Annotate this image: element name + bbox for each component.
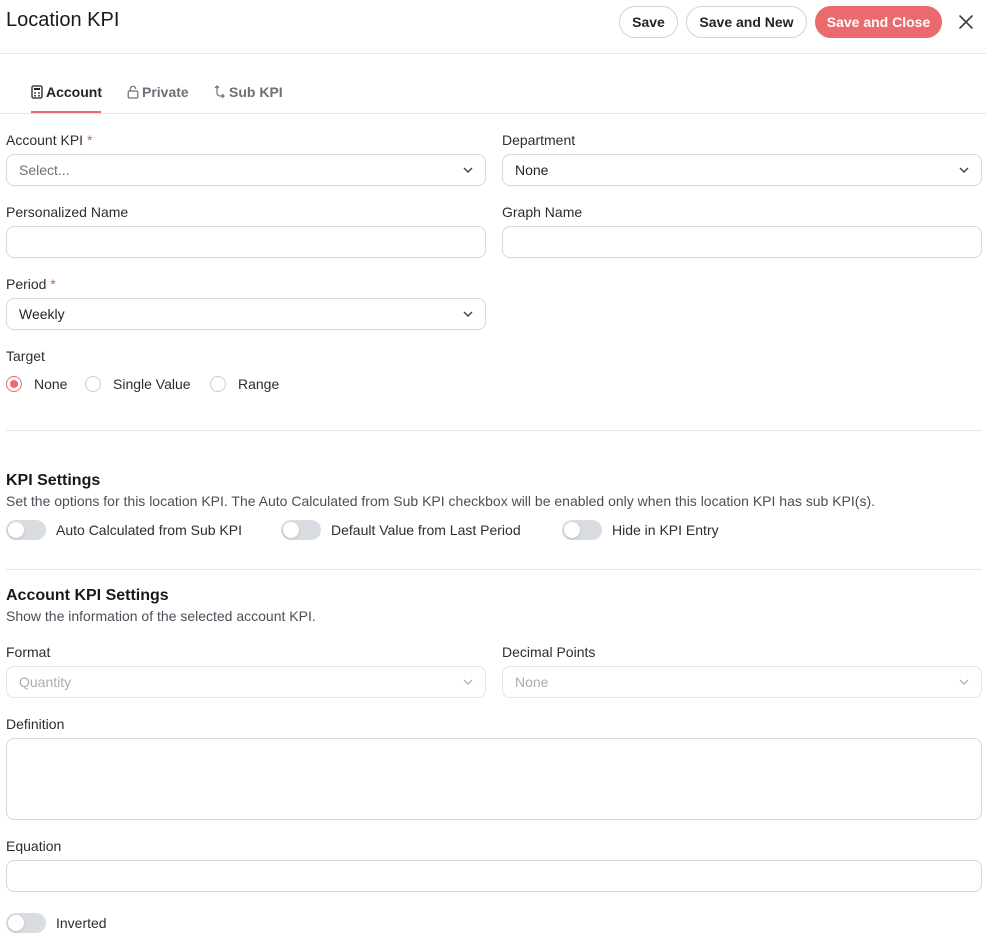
- inverted-toggle[interactable]: [6, 913, 46, 933]
- page-title: Location KPI: [6, 9, 120, 31]
- target-single-value-radio[interactable]: [85, 376, 101, 392]
- chevron-down-icon: [463, 311, 473, 317]
- target-none-radio[interactable]: [6, 376, 22, 392]
- auto-calculated-toggle[interactable]: [6, 520, 46, 540]
- personalized-name-label: Personalized Name: [6, 204, 129, 220]
- tab-account[interactable]: Account: [31, 84, 102, 100]
- target-range-radio[interactable]: [210, 376, 226, 392]
- graph-name-label: Graph Name: [502, 204, 583, 220]
- account-kpi-select[interactable]: Select...: [6, 154, 486, 186]
- format-value: Quantity: [19, 674, 72, 690]
- department-value: None: [515, 162, 549, 178]
- tab-private[interactable]: Private: [127, 84, 189, 100]
- decimal-points-label: Decimal Points: [502, 644, 596, 660]
- equation-input[interactable]: [6, 860, 982, 892]
- default-value-label: Default Value from Last Period: [331, 522, 521, 538]
- chevron-down-icon: [463, 167, 473, 173]
- equation-label: Equation: [6, 838, 62, 854]
- tab-label: Account: [46, 84, 102, 100]
- target-single-value-label: Single Value: [113, 376, 191, 392]
- account-kpi-placeholder: Select...: [19, 162, 70, 178]
- save-and-new-button[interactable]: Save and New: [686, 6, 807, 38]
- period-value: Weekly: [19, 306, 65, 322]
- lock-icon: [127, 85, 139, 99]
- tab-label: Sub KPI: [229, 84, 283, 100]
- hide-in-kpi-entry-toggle[interactable]: [562, 520, 602, 540]
- department-label: Department: [502, 132, 576, 148]
- hide-in-kpi-entry-label: Hide in KPI Entry: [612, 522, 719, 538]
- chevron-down-icon: [959, 167, 969, 173]
- period-label: Period *: [6, 276, 56, 292]
- dialog-header: Location KPI Save Save and New Save and …: [0, 0, 986, 54]
- period-select[interactable]: Weekly: [6, 298, 486, 330]
- default-value-toggle[interactable]: [281, 520, 321, 540]
- definition-label: Definition: [6, 716, 65, 732]
- auto-calculated-label: Auto Calculated from Sub KPI: [56, 522, 242, 538]
- calculator-icon: [31, 85, 43, 99]
- account-kpi-label: Account KPI *: [6, 132, 93, 148]
- tab-label: Private: [142, 84, 189, 100]
- active-tab-indicator: [31, 111, 101, 113]
- format-select: Quantity: [6, 666, 486, 698]
- graph-name-input[interactable]: [502, 226, 982, 258]
- chevron-down-icon: [463, 679, 473, 685]
- account-kpi-settings-description: Show the information of the selected acc…: [6, 608, 316, 624]
- close-icon[interactable]: [956, 12, 976, 32]
- save-button[interactable]: Save: [619, 6, 678, 38]
- decimal-points-select: None: [502, 666, 982, 698]
- kpi-settings-description: Set the options for this location KPI. T…: [6, 493, 875, 509]
- decimal-points-value: None: [515, 674, 549, 690]
- kpi-settings-title: KPI Settings: [6, 472, 101, 489]
- section-divider: [6, 569, 982, 570]
- save-and-close-button[interactable]: Save and Close: [815, 6, 942, 38]
- tab-sub-kpi[interactable]: Sub KPI: [214, 84, 283, 100]
- chevron-down-icon: [959, 679, 969, 685]
- format-label: Format: [6, 644, 51, 660]
- department-select[interactable]: None: [502, 154, 982, 186]
- account-kpi-settings-title: Account KPI Settings: [6, 587, 169, 604]
- section-divider: [6, 430, 982, 431]
- target-none-label: None: [34, 376, 68, 392]
- personalized-name-input[interactable]: [6, 226, 486, 258]
- subitem-icon: [214, 85, 226, 99]
- target-label: Target: [6, 348, 45, 364]
- definition-textarea[interactable]: [6, 738, 982, 820]
- tab-bar: Account Private Sub KPI: [0, 55, 986, 114]
- target-range-label: Range: [238, 376, 280, 392]
- inverted-label: Inverted: [56, 915, 107, 931]
